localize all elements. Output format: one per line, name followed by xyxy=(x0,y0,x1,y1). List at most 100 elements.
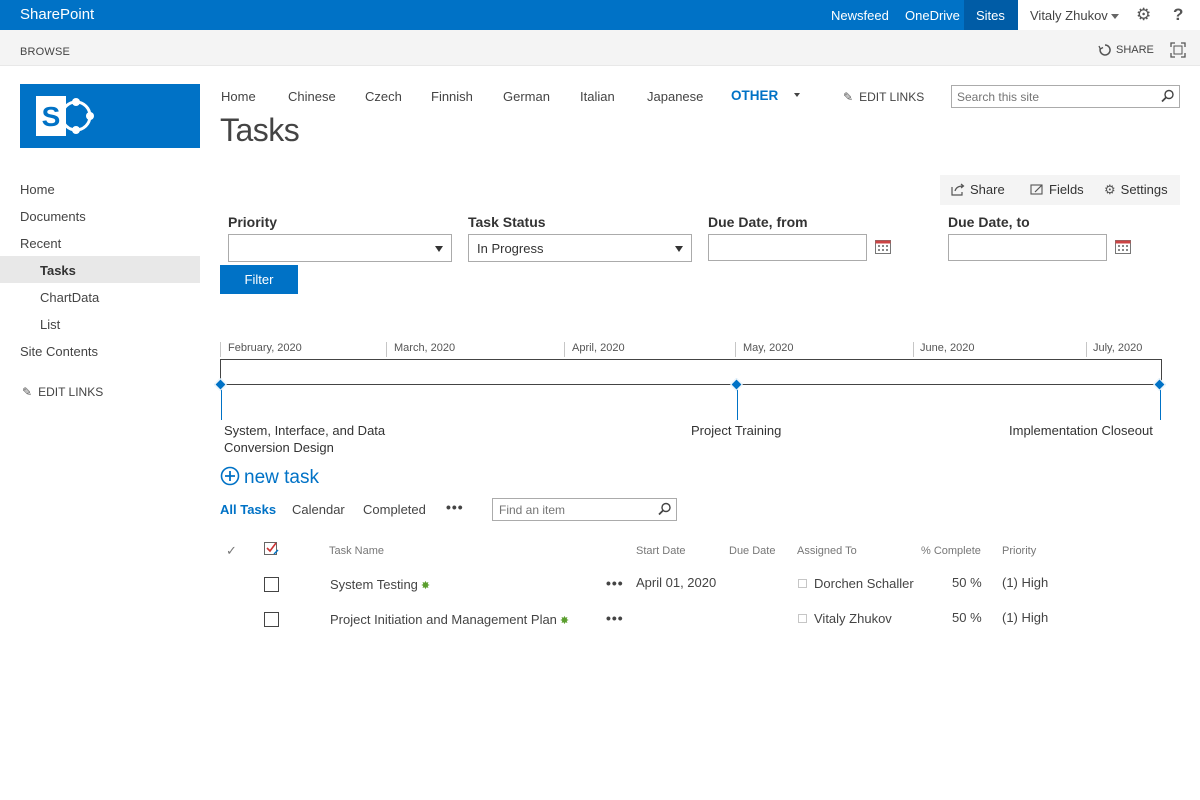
assigned-to-cell[interactable]: Vitaly Zhukov xyxy=(798,611,892,626)
assigned-to-name: Vitaly Zhukov xyxy=(814,611,892,626)
add-circle-icon xyxy=(220,466,240,486)
milestone-label[interactable]: Project Training xyxy=(691,422,781,439)
settings-button[interactable]: ⚙ Settings xyxy=(1104,182,1168,198)
leftnav-recent[interactable]: Recent xyxy=(20,236,61,251)
find-item-input[interactable] xyxy=(499,503,649,517)
fields-button[interactable]: Fields xyxy=(1030,182,1084,197)
timeline-tick xyxy=(735,342,736,357)
task-status-select[interactable]: In Progress xyxy=(468,234,692,262)
column-percent-complete[interactable]: % Complete xyxy=(921,545,981,557)
select-all-checkbox[interactable] xyxy=(264,542,279,555)
sharepoint-brand-link[interactable]: SharePoint xyxy=(20,6,94,23)
dropdown-arrow-icon xyxy=(435,246,443,252)
start-date-cell: April 01, 2020 xyxy=(636,575,717,590)
sites-link[interactable]: Sites xyxy=(976,8,1005,23)
help-icon[interactable]: ? xyxy=(1173,5,1183,25)
item-menu-ellipsis-icon[interactable]: ••• xyxy=(606,610,624,626)
milestone-diamond-icon[interactable] xyxy=(730,378,743,391)
calendar-icon[interactable] xyxy=(875,239,891,257)
browse-tab[interactable]: BROWSE xyxy=(20,46,70,58)
milestone-label-line2: Conversion Design xyxy=(224,440,334,455)
view-all-tasks[interactable]: All Tasks xyxy=(220,502,276,517)
task-name-link[interactable]: System Testing ✸ xyxy=(330,577,430,592)
view-calendar[interactable]: Calendar xyxy=(292,502,345,517)
search-input[interactable] xyxy=(957,90,1157,104)
pencil-icon: ✎ xyxy=(22,385,33,399)
view-completed[interactable]: Completed xyxy=(363,502,426,517)
page-title: Tasks xyxy=(220,112,300,148)
timeline-tick xyxy=(220,342,221,357)
timeline-axis xyxy=(222,384,1160,385)
timeline-tick xyxy=(386,342,387,357)
milestone-connector xyxy=(221,386,222,420)
milestone-diamond-icon[interactable] xyxy=(214,378,227,391)
topnav-italian[interactable]: Italian xyxy=(580,89,615,104)
leftnav-home[interactable]: Home xyxy=(20,182,55,197)
onedrive-link[interactable]: OneDrive xyxy=(905,8,960,23)
edit-links-top[interactable]: ✎ EDIT LINKS xyxy=(843,90,924,104)
topnav-japanese[interactable]: Japanese xyxy=(647,89,703,104)
svg-text:S: S xyxy=(42,101,61,132)
search-icon[interactable] xyxy=(658,502,672,519)
milestone-label[interactable]: System, Interface, and Data Conversion D… xyxy=(224,422,385,456)
due-date-from-input[interactable] xyxy=(708,234,867,261)
topnav-other[interactable]: OTHER xyxy=(731,88,778,103)
column-assigned-to[interactable]: Assigned To xyxy=(797,545,857,557)
priority-label: Priority xyxy=(228,214,278,230)
milestone-label[interactable]: Implementation Closeout xyxy=(1009,422,1153,439)
chevron-down-icon[interactable] xyxy=(1111,14,1119,19)
leftnav-selected-highlight xyxy=(0,256,200,283)
leftnav-documents[interactable]: Documents xyxy=(20,209,86,224)
search-site-box[interactable] xyxy=(951,85,1180,108)
share-icon xyxy=(951,183,965,196)
leftnav-tasks[interactable]: Tasks xyxy=(40,263,76,278)
topnav-chinese[interactable]: Chinese xyxy=(288,89,336,104)
task-status-value: In Progress xyxy=(477,241,544,256)
leftnav-site-contents[interactable]: Site Contents xyxy=(20,344,98,359)
filter-button[interactable]: Filter xyxy=(220,265,298,294)
column-due-date[interactable]: Due Date xyxy=(729,545,775,557)
priority-select[interactable] xyxy=(228,234,452,262)
item-menu-ellipsis-icon[interactable]: ••• xyxy=(606,575,624,591)
task-status-label: Task Status xyxy=(468,214,546,230)
share-button[interactable]: SHARE xyxy=(1098,43,1154,57)
newsfeed-link[interactable]: Newsfeed xyxy=(831,8,889,23)
chevron-down-icon[interactable] xyxy=(794,93,800,97)
topnav-german[interactable]: German xyxy=(503,89,550,104)
share-list-button[interactable]: Share xyxy=(951,182,1005,197)
calendar-icon[interactable] xyxy=(1115,239,1131,257)
timeline-tick xyxy=(1086,342,1087,357)
task-name-link[interactable]: Project Initiation and Management Plan ✸ xyxy=(330,612,569,627)
topnav-czech[interactable]: Czech xyxy=(365,89,402,104)
topnav-finnish[interactable]: Finnish xyxy=(431,89,473,104)
row-checkbox[interactable] xyxy=(264,577,279,592)
timeline-tick xyxy=(913,342,914,357)
milestone-diamond-icon[interactable] xyxy=(1153,378,1166,391)
user-menu[interactable]: Vitaly Zhukov xyxy=(1030,8,1108,23)
leftnav-list[interactable]: List xyxy=(40,317,60,332)
edit-links-left[interactable]: ✎ EDIT LINKS xyxy=(22,385,103,399)
find-item-box[interactable] xyxy=(492,498,677,521)
column-priority[interactable]: Priority xyxy=(1002,545,1036,557)
topnav-home[interactable]: Home xyxy=(221,89,256,104)
leftnav-chartdata[interactable]: ChartData xyxy=(40,290,99,305)
search-icon[interactable] xyxy=(1161,89,1175,106)
focus-on-content-icon[interactable] xyxy=(1170,42,1186,61)
gear-icon[interactable]: ⚙ xyxy=(1136,6,1151,24)
fields-icon xyxy=(1030,184,1043,195)
timeline-tick xyxy=(564,342,565,357)
column-start-date[interactable]: Start Date xyxy=(636,545,686,557)
timeline-month: February, 2020 xyxy=(228,342,302,354)
more-views-ellipsis-icon[interactable]: ••• xyxy=(446,499,464,515)
milestone-connector xyxy=(737,386,738,420)
ribbon xyxy=(0,30,1200,66)
timeline-month: July, 2020 xyxy=(1093,342,1143,354)
assigned-to-cell[interactable]: Dorchen Schaller xyxy=(798,576,914,591)
due-date-from-label: Due Date, from xyxy=(708,214,808,230)
due-date-to-input[interactable] xyxy=(948,234,1107,261)
fields-label: Fields xyxy=(1049,182,1084,197)
site-logo[interactable]: S xyxy=(20,84,200,148)
column-task-name[interactable]: Task Name xyxy=(329,545,384,557)
new-task-button[interactable]: new task xyxy=(220,466,319,489)
row-checkbox[interactable] xyxy=(264,612,279,627)
